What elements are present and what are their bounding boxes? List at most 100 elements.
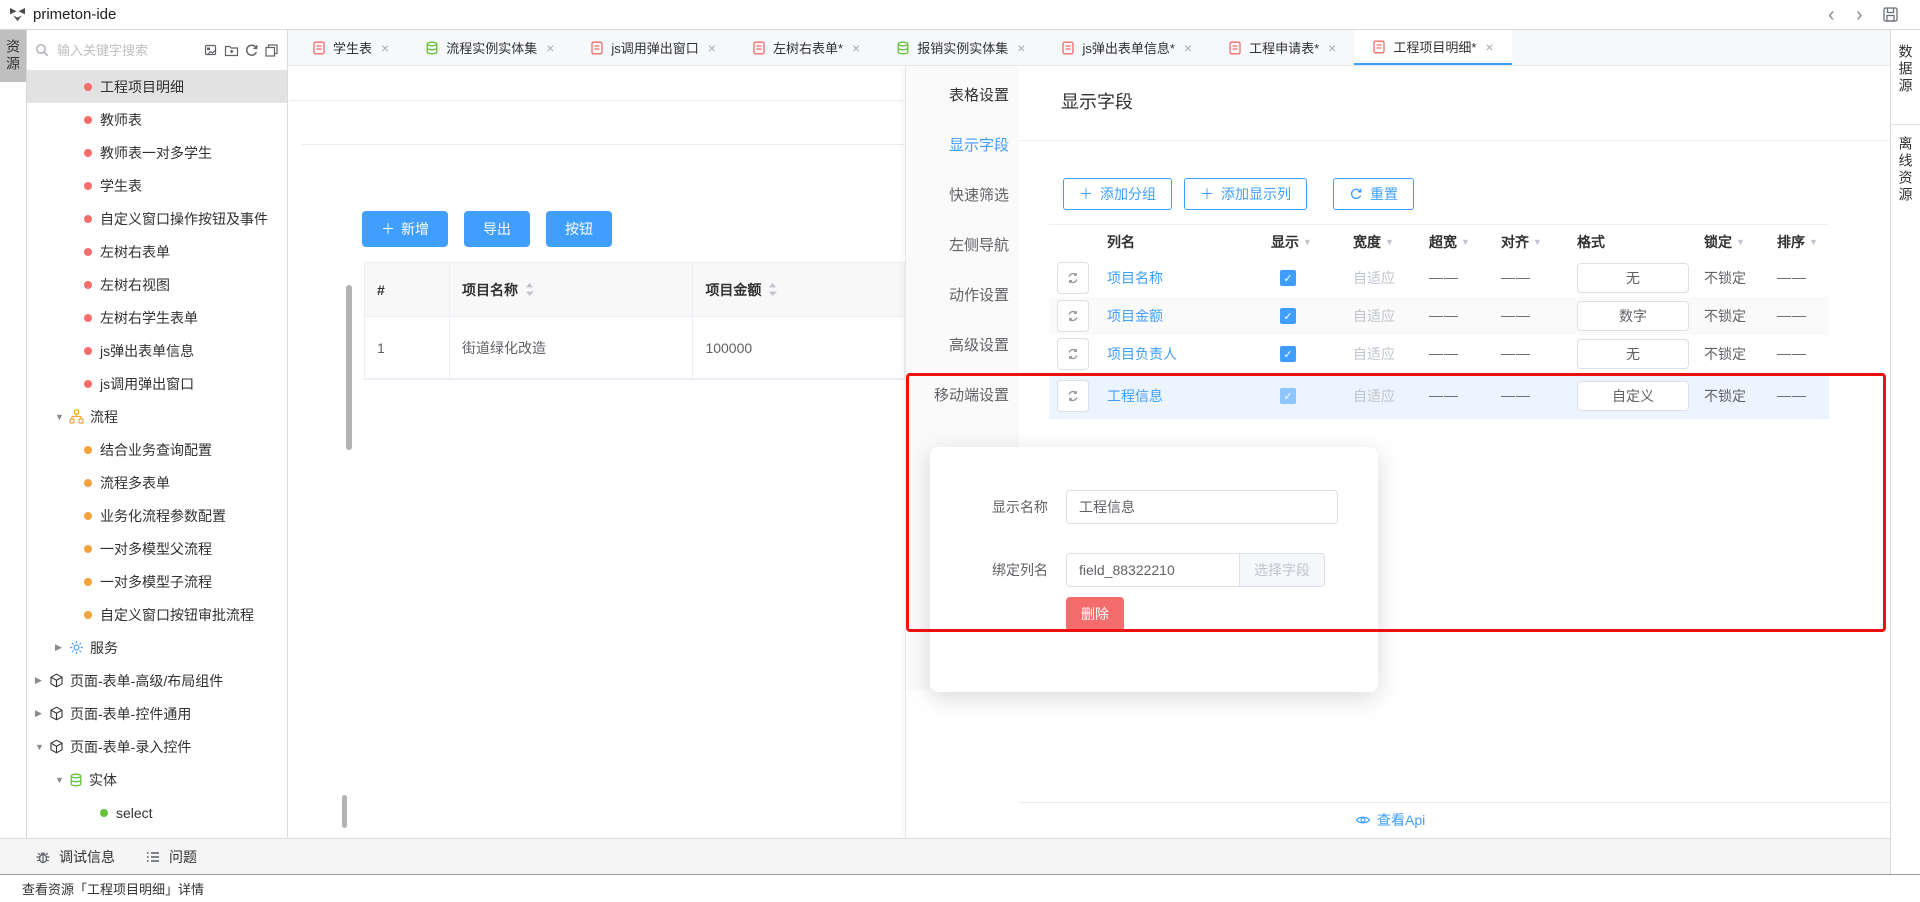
config-header-4[interactable]: 宽度▼: [1331, 232, 1413, 252]
tab-close-icon[interactable]: ×: [546, 40, 554, 56]
search-input[interactable]: [55, 42, 204, 59]
tree-item[interactable]: 学生表: [27, 169, 287, 202]
caret-icon[interactable]: ▼: [35, 742, 49, 752]
tab-close-icon[interactable]: ×: [1485, 39, 1493, 55]
overwide-value[interactable]: ——: [1429, 307, 1459, 323]
config-header-3[interactable]: 显示▼: [1261, 232, 1331, 252]
chevron-down-icon[interactable]: ▼: [1461, 237, 1470, 247]
tree-item[interactable]: 业务化流程参数配置: [27, 499, 287, 532]
width-value[interactable]: 自适应: [1353, 270, 1395, 286]
settings-menu-item[interactable]: 左侧导航: [949, 236, 1009, 256]
editor-tab[interactable]: 工程申请表* ×: [1210, 30, 1354, 65]
column-name-link[interactable]: 项目负责人: [1107, 346, 1177, 362]
tree-item[interactable]: 工程项目明细: [27, 70, 287, 103]
lock-value[interactable]: 不锁定: [1704, 308, 1746, 324]
delete-button[interactable]: 删除: [1066, 597, 1124, 631]
editor-tab[interactable]: 工程项目明细* ×: [1354, 30, 1511, 65]
table-row[interactable]: 1街道绿化改造100000: [365, 317, 905, 379]
nav-forward-button[interactable]: ›: [1856, 0, 1863, 30]
display-name-input[interactable]: [1066, 490, 1338, 524]
align-value[interactable]: ——: [1501, 387, 1531, 403]
panel-action-button[interactable]: ＋添加显示列: [1184, 178, 1307, 210]
refresh-icon[interactable]: [244, 43, 259, 58]
chevron-down-icon[interactable]: ▼: [1385, 237, 1394, 247]
chevron-down-icon[interactable]: ▼: [1809, 237, 1818, 247]
lock-value[interactable]: 不锁定: [1704, 388, 1746, 404]
column-name-link[interactable]: 项目金额: [1107, 308, 1163, 324]
refresh-column-button[interactable]: [1057, 380, 1089, 412]
table-header-1[interactable]: 项目名称: [450, 263, 693, 317]
config-header-8[interactable]: 锁定▼: [1685, 232, 1757, 252]
sort-icon[interactable]: [525, 282, 534, 297]
locate-resource-icon[interactable]: [204, 43, 219, 58]
tree-item[interactable]: js弹出表单信息: [27, 334, 287, 367]
overwide-value[interactable]: ——: [1429, 269, 1459, 285]
format-select[interactable]: 数字: [1577, 301, 1689, 331]
panel-action-button[interactable]: ＋添加分组: [1063, 178, 1172, 210]
nav-back-button[interactable]: ‹: [1828, 0, 1835, 30]
tree-item[interactable]: ▶ 页面-表单-控件通用: [27, 697, 287, 730]
tab-close-icon[interactable]: ×: [1017, 40, 1025, 56]
caret-icon[interactable]: ▶: [35, 675, 49, 686]
toolbar-button[interactable]: ＋新增: [362, 211, 448, 247]
panel-action-button[interactable]: 重置: [1333, 178, 1414, 210]
width-value[interactable]: 自适应: [1353, 388, 1395, 404]
chevron-down-icon[interactable]: ▼: [1303, 237, 1312, 247]
align-value[interactable]: ——: [1501, 307, 1531, 323]
overwide-value[interactable]: ——: [1429, 345, 1459, 361]
visible-checkbox[interactable]: ✓: [1280, 388, 1296, 404]
bind-column-input[interactable]: [1066, 553, 1240, 587]
visible-checkbox[interactable]: ✓: [1280, 270, 1296, 286]
lock-value[interactable]: 不锁定: [1704, 346, 1746, 362]
align-value[interactable]: ——: [1501, 269, 1531, 285]
tree-item[interactable]: 教师表一对多学生: [27, 136, 287, 169]
editor-tab[interactable]: js调用弹出窗口 ×: [572, 30, 734, 65]
format-select[interactable]: 无: [1577, 339, 1689, 369]
chevron-down-icon[interactable]: ▼: [1533, 237, 1542, 247]
editor-tab[interactable]: 左树右表单* ×: [734, 30, 878, 65]
config-header-6[interactable]: 对齐▼: [1489, 232, 1565, 252]
tree-item[interactable]: 一对多模型父流程: [27, 532, 287, 565]
width-value[interactable]: 自适应: [1353, 346, 1395, 362]
tree-item[interactable]: 一对多模型子流程: [27, 565, 287, 598]
settings-menu-item[interactable]: 快速筛选: [949, 186, 1009, 206]
format-select[interactable]: 自定义: [1577, 381, 1689, 411]
new-folder-icon[interactable]: [224, 43, 239, 58]
sort-value[interactable]: ——: [1777, 269, 1807, 285]
tree-item[interactable]: ▼ 流程: [27, 400, 287, 433]
settings-menu-item[interactable]: 移动端设置: [934, 386, 1009, 406]
tab-close-icon[interactable]: ×: [1328, 40, 1336, 56]
tree-item[interactable]: 流程多表单: [27, 466, 287, 499]
config-header-9[interactable]: 排序▼: [1757, 232, 1829, 252]
sort-icon[interactable]: [768, 282, 777, 297]
caret-icon[interactable]: ▶: [35, 708, 49, 719]
lock-value[interactable]: 不锁定: [1704, 270, 1746, 286]
editor-tab[interactable]: 报销实例实体集 ×: [878, 30, 1043, 65]
settings-menu-item[interactable]: 动作设置: [949, 286, 1009, 306]
tab-close-icon[interactable]: ×: [1184, 40, 1192, 56]
width-value[interactable]: 自适应: [1353, 308, 1395, 324]
scrollbar-thumb[interactable]: [346, 285, 352, 450]
tree-item[interactable]: 自定义窗口操作按钮及事件: [27, 202, 287, 235]
refresh-column-button[interactable]: [1057, 338, 1089, 370]
tree-item[interactable]: 左树右视图: [27, 268, 287, 301]
refresh-column-button[interactable]: [1057, 262, 1089, 294]
visible-checkbox[interactable]: ✓: [1280, 308, 1296, 324]
table-header-2[interactable]: 项目金额: [693, 263, 905, 317]
overwide-value[interactable]: ——: [1429, 387, 1459, 403]
save-icon[interactable]: [1882, 6, 1899, 23]
toolbar-button[interactable]: 按钮: [546, 211, 612, 247]
tab-close-icon[interactable]: ×: [852, 40, 860, 56]
column-name-link[interactable]: 工程信息: [1107, 388, 1163, 404]
settings-menu-item[interactable]: 显示字段: [949, 136, 1009, 156]
tree-item[interactable]: 结合业务查询配置: [27, 433, 287, 466]
bottom-bar-problems[interactable]: 问题: [145, 847, 197, 867]
toolbar-button[interactable]: 导出: [464, 211, 530, 247]
refresh-column-button[interactable]: [1057, 300, 1089, 332]
editor-tab[interactable]: js弹出表单信息* ×: [1043, 30, 1210, 65]
sort-value[interactable]: ——: [1777, 387, 1807, 403]
align-value[interactable]: ——: [1501, 345, 1531, 361]
collapse-all-icon[interactable]: [264, 43, 279, 58]
tree-item[interactable]: 教师表: [27, 103, 287, 136]
bottom-bar-debug-info[interactable]: 调试信息: [35, 847, 115, 867]
